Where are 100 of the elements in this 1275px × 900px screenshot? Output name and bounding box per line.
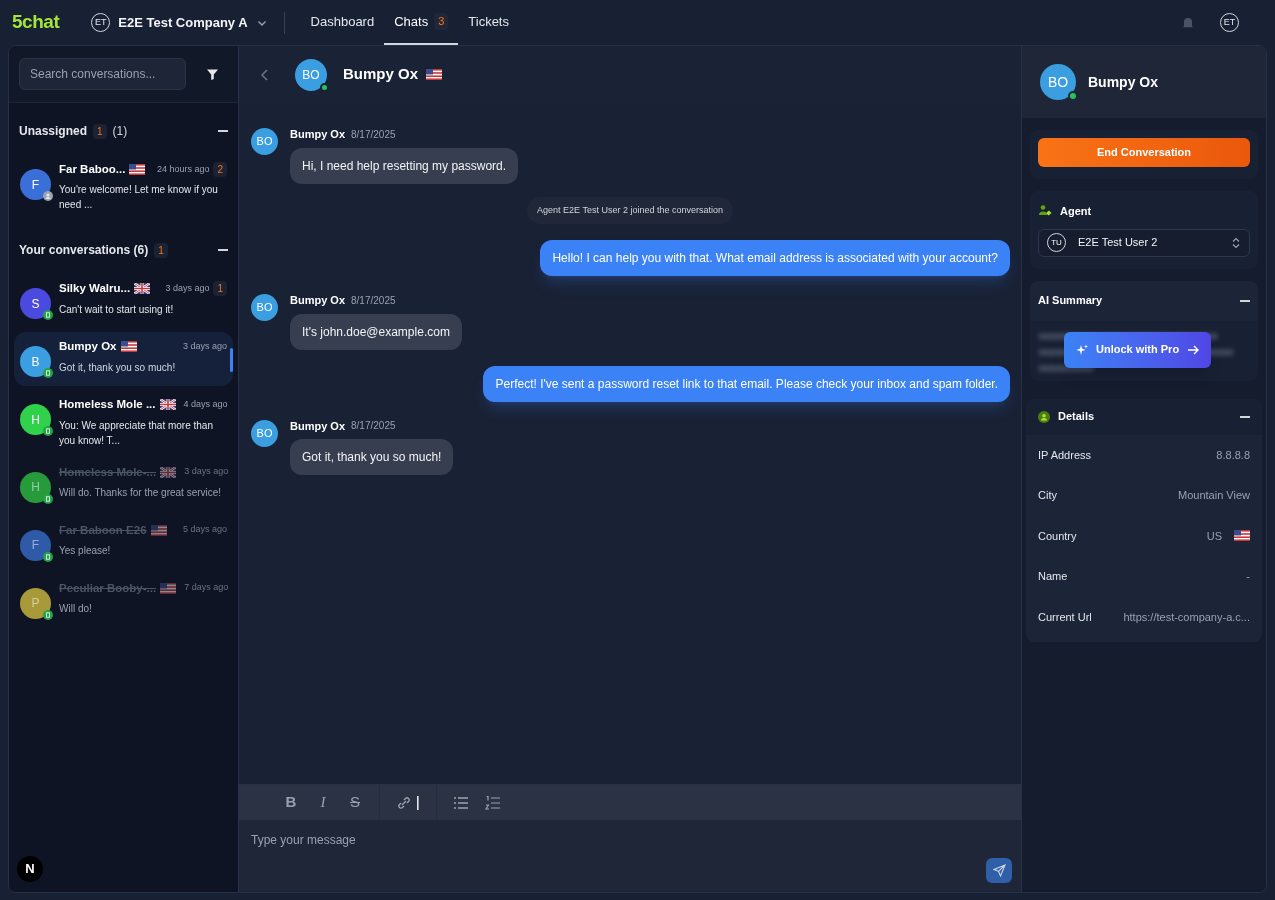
message-preview: You're welcome! Let me know if you need ... [59, 183, 219, 213]
contact-name: Bumpy Ox [343, 64, 418, 85]
sparkle-icon [1076, 343, 1088, 356]
contact-name: Silky Walru... [59, 281, 131, 297]
sender-name: Bumpy Ox [290, 127, 345, 142]
conversation-item[interactable]: S Silky Walru... 3 days ago 1 Can't wait to start using it! [14, 274, 233, 329]
message-date: 8/17/2025 [351, 419, 396, 434]
contact-name: Homeless Mole-... [59, 464, 157, 480]
conversation-item[interactable]: H Homeless Mole-... 3 days ago Will do. Thanks for the great service! [14, 457, 233, 512]
message-bubble: Hi, I need help resetting my password. [290, 147, 519, 184]
sender-avatar: BO [251, 128, 278, 155]
count-badge: 3 [434, 13, 449, 30]
contact-name: Bumpy Ox [59, 339, 117, 355]
field-label: Current Url [1038, 609, 1092, 625]
back-icon[interactable] [259, 67, 271, 82]
contact-avatar: BO [1040, 64, 1076, 100]
message-preview: Will do! [59, 601, 93, 616]
numbered-list-icon[interactable] [485, 794, 501, 811]
message-date: 8/17/2025 [351, 293, 396, 308]
filter-icon[interactable] [206, 67, 219, 81]
nav-tab[interactable]: Dashboard [300, 0, 385, 45]
message-bubble: It's john.doe@example.com [290, 313, 462, 350]
send-button[interactable] [986, 858, 1012, 883]
timestamp: 4 days ago [183, 398, 228, 412]
message-preview: Yes please! [59, 543, 112, 558]
message-preview: Will do. Thanks for the great service! [59, 485, 223, 500]
unlock-pro-button[interactable]: Unlock with Pro [1064, 331, 1212, 368]
conversation-item[interactable]: F Far Baboon E26 5 days ago Yes please! [14, 515, 233, 570]
unread-badge: 1 [213, 281, 227, 297]
field-value: - [1246, 569, 1250, 584]
select-arrows-icon [1231, 236, 1241, 249]
timestamp: 3 days ago [184, 465, 229, 479]
conversation-item[interactable]: F Far Baboo... 24 hours ago 2 You're welcome! Let me know if you need ... [14, 155, 233, 219]
collapse-button[interactable] [1240, 415, 1250, 418]
company-switcher[interactable]: ET E2E Test Company A [91, 12, 268, 33]
send-icon [992, 864, 1006, 877]
avatar: P [20, 587, 51, 619]
strikethrough-button[interactable]: S [339, 791, 371, 814]
field-value: US [1206, 528, 1222, 544]
agent-icon [1038, 204, 1052, 219]
nav-tab[interactable]: Tickets [458, 0, 519, 45]
message-date: 8/17/2025 [351, 127, 396, 142]
field-label: City [1038, 488, 1057, 503]
conversation-item[interactable]: B Bumpy Ox 3 days ago Got it, thank you so much! [14, 332, 233, 387]
avatar: F [20, 529, 51, 561]
sender-name: Bumpy Ox [290, 293, 345, 308]
sender-avatar: BO [251, 294, 278, 321]
link-icon[interactable] [396, 794, 420, 811]
bullet-list-icon[interactable] [453, 795, 469, 810]
contact-name: Homeless Mole ... [59, 397, 156, 413]
timestamp: 3 days ago [165, 282, 210, 296]
unread-badge: 2 [213, 162, 227, 178]
selection-indicator [230, 348, 233, 373]
message-bubble: Got it, thank you so much! [290, 439, 454, 475]
system-message: Agent E2E Test User 2 joined the conversation [527, 196, 733, 224]
section-title: AI Summary [1038, 293, 1104, 309]
message-bubble: Perfect! I've sent a password reset link to that email. Please check your inbox and spam folder. [483, 365, 1010, 402]
field-label: IP Address [1038, 447, 1091, 463]
field-value: https://test-company-a.c... [1123, 609, 1250, 625]
arrow-right-icon [1187, 344, 1200, 355]
collapse-button[interactable] [218, 249, 228, 252]
contact-name: Bumpy Ox [1088, 72, 1158, 92]
timestamp: 3 days ago [182, 340, 227, 354]
section-title: Agent [1060, 204, 1092, 219]
conversation-item[interactable]: P Peculiar Booby-... 7 days ago Will do! [14, 573, 233, 628]
section-title: Details [1058, 409, 1096, 425]
collapse-button[interactable] [1240, 299, 1250, 302]
person-icon [1038, 410, 1050, 423]
contact-name: Far Baboo... [59, 162, 126, 177]
count-badge: 1 [154, 242, 168, 258]
avatar: S [20, 288, 51, 320]
message-bubble: Hello! I can help you with that. What email address is associated with your account? [540, 240, 1010, 276]
contact-name: Peculiar Booby-... [59, 580, 157, 596]
search-field[interactable]: Search conversations... [19, 58, 186, 90]
avatar: F [20, 169, 51, 200]
app-badge[interactable]: N [17, 856, 43, 882]
message-preview: Can't wait to start using it! [59, 302, 175, 317]
bold-button[interactable]: B [275, 791, 307, 814]
field-value: 8.8.8.8 [1216, 447, 1250, 463]
sender-avatar: BO [251, 419, 278, 447]
field-label: Name [1038, 569, 1068, 584]
italic-button[interactable]: I [307, 791, 339, 814]
conversation-item[interactable]: H Homeless Mole ... 4 days ago You: We appreciate that more than you know! T... [14, 390, 233, 454]
count-badge: 1 [93, 123, 107, 139]
timestamp: 24 hours ago [156, 162, 210, 176]
avatar: H [20, 404, 51, 436]
message-preview: Got it, thank you so much! [59, 360, 177, 375]
logo: 5chat [12, 10, 60, 35]
timestamp: 7 days ago [184, 581, 229, 595]
avatar: B [20, 346, 51, 378]
sender-name: Bumpy Ox [290, 418, 345, 434]
group-title: Your conversations (6) [19, 242, 149, 260]
timestamp: 5 days ago [182, 523, 227, 537]
field-label: Country [1038, 528, 1077, 544]
avatar: H [20, 471, 51, 503]
contact-avatar: BO [295, 58, 327, 91]
message-input[interactable]: Type your message [239, 820, 1021, 892]
message-preview: You: We appreciate that more than you know! T... [59, 418, 214, 448]
group-count: (1) [112, 123, 128, 140]
agent-select[interactable]: TU E2E Test User 2 [1038, 228, 1250, 257]
